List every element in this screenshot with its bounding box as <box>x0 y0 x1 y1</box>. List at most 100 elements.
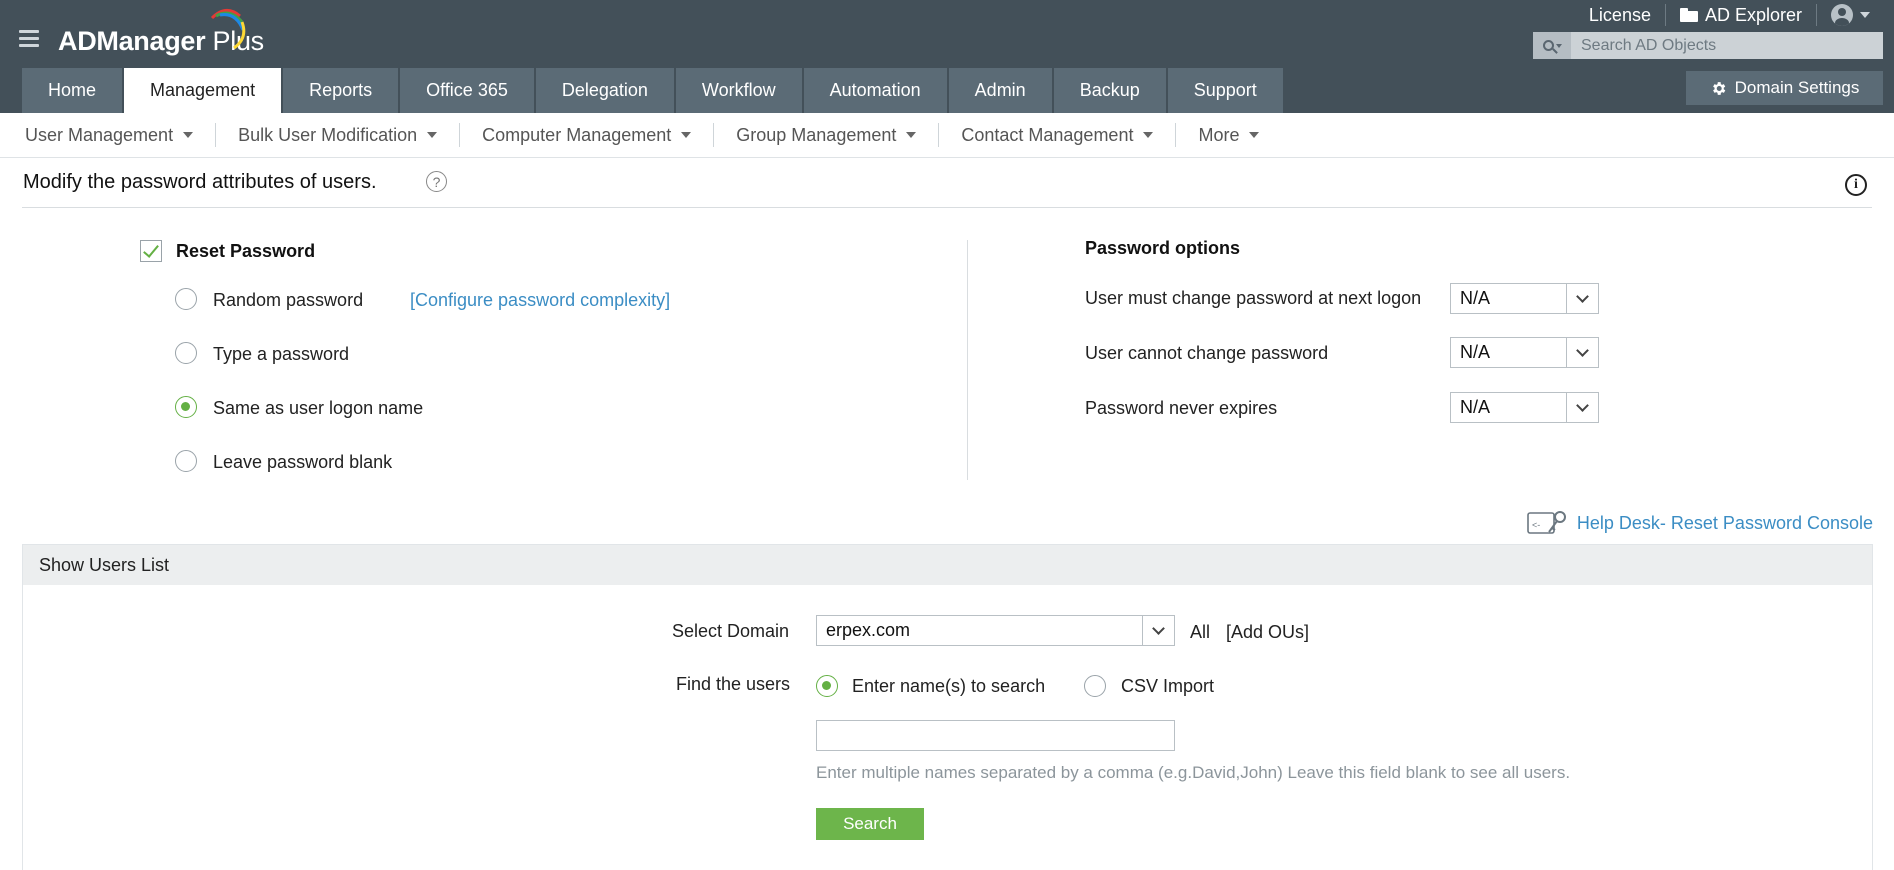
submenu-divider <box>459 123 461 147</box>
submenu-label: Bulk User Modification <box>238 124 418 145</box>
users-list-heading: Show Users List <box>23 545 1872 585</box>
search-scope-button[interactable] <box>1533 32 1571 59</box>
leave-password-blank-label: Leave password blank <box>213 452 393 472</box>
submenu-divider <box>713 123 715 147</box>
cannot-change-password-select[interactable]: N/A <box>1450 337 1599 368</box>
reset-password-checkbox[interactable] <box>140 240 162 262</box>
select-value: N/A <box>1460 342 1491 362</box>
submenu-label: Computer Management <box>482 124 672 145</box>
gear-icon <box>1712 81 1725 95</box>
must-change-password-label: User must change password at next logon <box>1085 288 1422 308</box>
domain-settings-label: Domain Settings <box>1734 78 1860 97</box>
random-password-radio[interactable] <box>175 288 197 310</box>
chevron-down-icon <box>681 132 692 138</box>
submenu-contact-management[interactable]: Contact Management <box>950 125 1164 146</box>
domain-select[interactable]: erpex.com <box>816 615 1175 646</box>
user-account-menu[interactable] <box>1817 4 1884 26</box>
search-users-button[interactable]: Search <box>816 808 924 840</box>
enter-names-radio[interactable] <box>816 675 838 697</box>
ad-explorer-link[interactable]: AD Explorer <box>1666 5 1816 26</box>
key-console-icon: <- <box>1527 511 1566 534</box>
svg-text:<-: <- <box>1532 520 1540 530</box>
submenu-more[interactable]: More <box>1187 125 1270 146</box>
enter-names-label: Enter name(s) to search <box>852 676 1046 696</box>
add-ous-link[interactable]: [Add OUs] <box>1226 622 1309 643</box>
users-list-panel: Show Users List <box>22 544 1873 870</box>
tab-home[interactable]: Home <box>22 68 123 113</box>
must-change-password-select[interactable]: N/A <box>1450 283 1599 314</box>
submenu-divider <box>938 123 940 147</box>
chevron-down-icon <box>1249 132 1260 138</box>
license-link[interactable]: License <box>1575 5 1665 26</box>
folder-icon <box>1679 8 1698 22</box>
submenu-divider <box>215 123 217 147</box>
chevron-down-icon <box>1860 12 1870 18</box>
reset-password-label: Reset Password <box>176 241 316 261</box>
configure-password-complexity-link[interactable]: [Configure password complexity] <box>410 290 670 311</box>
submenu-user-management[interactable]: User Management <box>14 125 204 146</box>
chevron-down-icon <box>1576 398 1589 412</box>
search-input[interactable] <box>1571 32 1883 59</box>
ad-search-box <box>1533 32 1883 59</box>
chevron-down-icon <box>906 132 917 138</box>
tab-admin[interactable]: Admin <box>948 68 1052 113</box>
domain-settings-button[interactable]: Domain Settings <box>1686 71 1883 105</box>
logo-swirl-icon <box>210 9 246 50</box>
submenu-label: More <box>1198 124 1240 145</box>
ad-explorer-label: AD Explorer <box>1704 4 1802 25</box>
submenu-group-management[interactable]: Group Management <box>725 125 927 146</box>
find-users-label: Find the users <box>676 674 791 694</box>
tab-support[interactable]: Support <box>1167 68 1283 113</box>
help-icon[interactable]: ? <box>426 171 447 192</box>
search-icon <box>1542 40 1554 51</box>
chevron-down-icon <box>183 132 194 138</box>
type-password-label: Type a password <box>213 344 350 364</box>
management-submenu: User Management Bulk User Modification C… <box>0 113 1894 158</box>
domain-select-value: erpex.com <box>826 620 911 640</box>
csv-import-radio[interactable] <box>1084 675 1106 697</box>
chevron-down-icon <box>427 132 438 138</box>
submenu-divider <box>1175 123 1177 147</box>
section-divider <box>967 240 968 480</box>
user-names-input[interactable] <box>816 720 1175 751</box>
menu-icon[interactable] <box>19 30 39 47</box>
csv-import-label: CSV Import <box>1121 676 1215 696</box>
title-divider <box>22 207 1872 208</box>
submenu-label: Contact Management <box>961 124 1134 145</box>
tab-management[interactable]: Management <box>124 68 282 113</box>
app-header: ADManager Plus License AD Explorer Home … <box>0 0 1894 113</box>
tab-office-365[interactable]: Office 365 <box>400 68 534 113</box>
info-icon[interactable]: i <box>1845 174 1867 196</box>
helpdesk-reset-password-link[interactable]: <- Help Desk- Reset Password Console <box>1527 510 1873 536</box>
random-password-label: Random password <box>213 290 364 310</box>
chevron-down-icon <box>1576 343 1589 357</box>
helpdesk-link-label: Help Desk- Reset Password Console <box>1576 512 1873 533</box>
dropdown-button <box>1566 284 1598 313</box>
chevron-down-icon <box>1555 43 1562 48</box>
tab-automation[interactable]: Automation <box>803 68 947 113</box>
type-password-radio[interactable] <box>175 342 197 364</box>
submenu-bulk-user-modification[interactable]: Bulk User Modification <box>227 125 448 146</box>
same-as-logon-name-radio[interactable] <box>175 396 197 418</box>
cannot-change-password-label: User cannot change password <box>1085 343 1329 363</box>
chevron-down-icon <box>1576 289 1589 303</box>
password-never-expires-label: Password never expires <box>1085 398 1278 418</box>
names-input-hint: Enter multiple names separated by a comm… <box>816 763 1571 782</box>
same-as-logon-name-label: Same as user logon name <box>213 398 424 418</box>
submenu-computer-management[interactable]: Computer Management <box>471 125 702 146</box>
password-never-expires-select[interactable]: N/A <box>1450 392 1599 423</box>
tab-delegation[interactable]: Delegation <box>535 68 674 113</box>
select-domain-label: Select Domain <box>672 621 790 641</box>
tab-workflow[interactable]: Workflow <box>675 68 802 113</box>
tab-reports[interactable]: Reports <box>283 68 399 113</box>
dropdown-button <box>1566 393 1598 422</box>
all-ous-label: All <box>1190 622 1211 642</box>
user-avatar-icon <box>1831 4 1853 26</box>
page-title: Modify the password attributes of users. <box>23 171 377 193</box>
chevron-down-icon <box>1143 132 1154 138</box>
chevron-down-icon <box>1152 621 1165 635</box>
dropdown-button <box>1142 616 1174 645</box>
tab-backup[interactable]: Backup <box>1053 68 1166 113</box>
main-tabs: Home Management Reports Office 365 Deleg… <box>22 68 1285 113</box>
leave-password-blank-radio[interactable] <box>175 450 197 472</box>
